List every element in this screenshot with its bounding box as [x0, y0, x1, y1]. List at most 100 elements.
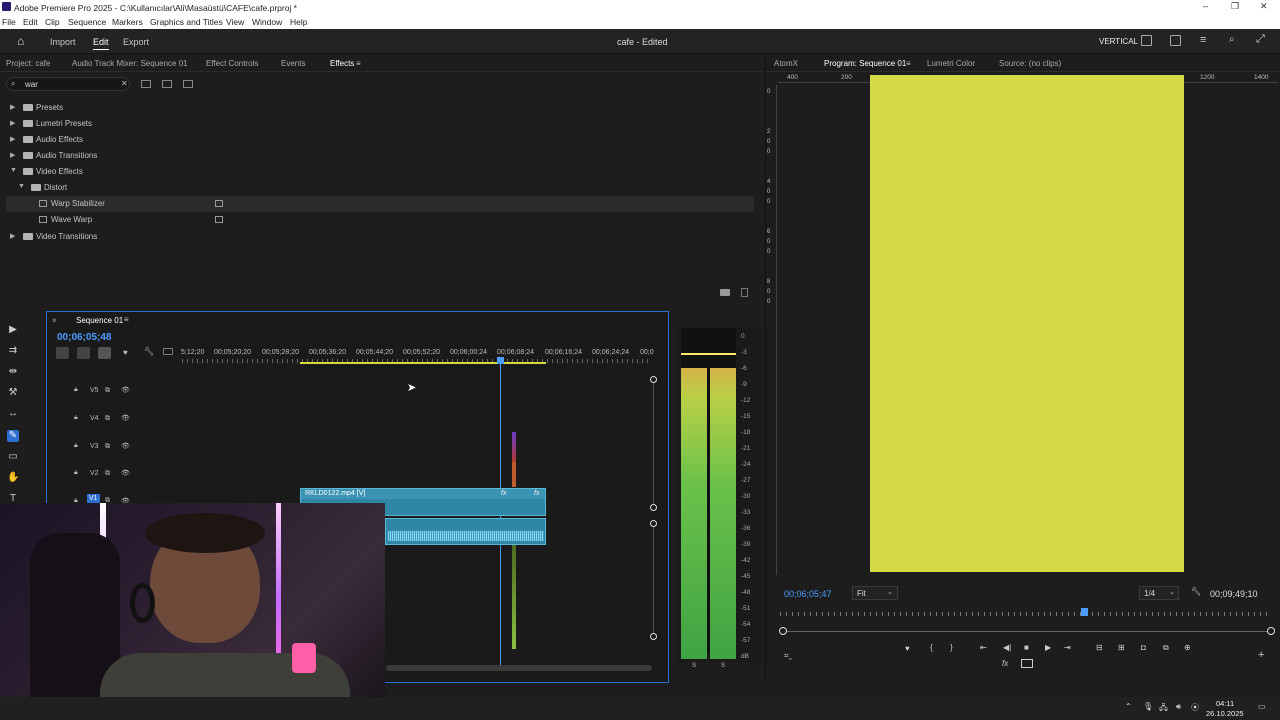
safe-margins-icon[interactable] — [1021, 659, 1033, 668]
menu-edit[interactable]: Edit — [23, 17, 38, 27]
menu-graphics[interactable]: Graphics and Titles — [150, 17, 223, 27]
app-tray-icon[interactable]: ⦿ — [1191, 702, 1199, 713]
add-marker-icon[interactable]: ♥ — [905, 644, 910, 653]
eye-icon[interactable]: 👁︎ — [121, 414, 130, 422]
program-frame[interactable] — [870, 75, 1184, 572]
chevron-right-icon[interactable]: ▶ — [10, 232, 15, 240]
new-bin-icon[interactable] — [720, 289, 730, 296]
chevron-right-icon[interactable]: ▶ — [10, 119, 15, 127]
eye-icon[interactable]: 👁︎ — [121, 469, 130, 477]
track-select-icon[interactable]: ⇉ — [7, 345, 19, 357]
close-icon[interactable]: ✕ — [1260, 1, 1268, 12]
panel-menu-icon[interactable]: ≡ — [356, 59, 361, 68]
export-tab[interactable]: Export — [123, 37, 149, 47]
marker-settings-icon[interactable]: ⌗⌄ — [784, 651, 792, 661]
tree-item-video-effects[interactable]: Video Effects — [36, 167, 83, 176]
step-back-icon[interactable]: ◀| — [1003, 643, 1011, 652]
captions-icon[interactable] — [163, 348, 173, 355]
sequence-tab[interactable]: Sequence 01 — [76, 316, 123, 325]
panel-menu-icon[interactable]: ≡ — [124, 315, 129, 324]
nest-icon[interactable] — [56, 347, 69, 359]
scroll-handle[interactable] — [650, 504, 657, 511]
snap-icon[interactable] — [77, 347, 90, 359]
lift-icon[interactable]: ⊟ — [1096, 643, 1103, 652]
clock-time[interactable]: 04:11 — [1216, 699, 1234, 708]
workspace-label[interactable]: VERTICAL — [1099, 37, 1138, 46]
tab-atomx[interactable]: AtomX — [774, 59, 798, 68]
small-clip[interactable] — [512, 432, 516, 462]
horizontal-scrollbar[interactable] — [386, 665, 652, 671]
meter-solo-left[interactable]: S — [692, 663, 696, 669]
track-label[interactable]: V1 — [87, 494, 100, 503]
chevron-right-icon[interactable]: ▶ — [10, 135, 15, 143]
linked-selection-icon[interactable] — [98, 347, 111, 359]
sync-lock-icon[interactable]: ⧉ — [105, 387, 110, 395]
tree-item-audio-transitions[interactable]: Audio Transitions — [36, 151, 97, 160]
mark-out-icon[interactable]: } — [950, 643, 953, 652]
comparison-view-icon[interactable]: ⧉ — [1163, 643, 1169, 653]
meter-solo-right[interactable]: S — [721, 663, 725, 669]
add-marker-icon[interactable]: ♥ — [123, 348, 128, 357]
chevron-right-icon[interactable]: ▶ — [10, 151, 15, 159]
tab-audio-mixer[interactable]: Audio Track Mixer: Sequence 01 — [72, 59, 188, 68]
eye-icon[interactable]: 👁︎ — [121, 442, 130, 450]
fx-toggle-icon[interactable]: fx — [1002, 659, 1008, 668]
timeline-timecode[interactable]: 00;06;05;48 — [57, 332, 111, 343]
chevron-right-icon[interactable]: ▶ — [10, 103, 15, 111]
menu-window[interactable]: Window — [252, 17, 282, 27]
multicam-icon[interactable]: ⊕ — [1184, 643, 1191, 652]
tab-project[interactable]: Project: cafe — [6, 59, 50, 68]
tab-lumetri-color[interactable]: Lumetri Color — [927, 59, 975, 68]
program-timecode[interactable]: 00;06;05;47 — [784, 589, 832, 599]
tab-events[interactable]: Events — [281, 59, 305, 68]
fx-badge[interactable]: fx — [501, 490, 506, 497]
scrub-ticks[interactable] — [780, 612, 1270, 616]
maximize-icon[interactable]: ❐ — [1231, 1, 1239, 12]
trash-icon[interactable] — [741, 288, 748, 297]
selection-tool-icon[interactable]: ▶ — [7, 324, 19, 336]
tab-program[interactable]: Program: Sequence 01 — [824, 59, 906, 68]
32bit-effects-icon[interactable] — [162, 80, 172, 88]
wrench-icon[interactable]: 🔧︎ — [1191, 587, 1201, 596]
share-icon[interactable] — [1170, 35, 1181, 46]
notification-icon[interactable]: ▭ — [1258, 702, 1266, 711]
clock-date[interactable]: 26.10.2025 — [1206, 709, 1244, 718]
scrollbar-track[interactable] — [653, 527, 654, 633]
sync-lock-icon[interactable]: ⧉ — [105, 415, 110, 423]
sync-lock-icon[interactable]: ⧉ — [105, 470, 110, 478]
audio-clip[interactable] — [385, 518, 546, 545]
accelerated-effects-icon[interactable] — [141, 80, 151, 88]
scroll-handle[interactable] — [650, 376, 657, 383]
lock-icon[interactable]: 🔒︎ — [74, 469, 78, 477]
tree-item-warp-stabilizer[interactable]: Warp Stabilizer — [51, 199, 105, 208]
lock-icon[interactable]: 🔒︎ — [74, 386, 78, 394]
eye-icon[interactable]: 👁︎ — [121, 386, 130, 394]
razor-icon[interactable]: ⚒ — [7, 387, 19, 399]
menu-clip[interactable]: Clip — [45, 17, 60, 27]
chevron-up-icon[interactable]: ⌃ — [1125, 702, 1132, 711]
lock-icon[interactable]: 🔒︎ — [74, 414, 78, 422]
tab-source[interactable]: Source: (no clips) — [999, 59, 1061, 68]
tab-effect-controls[interactable]: Effect Controls — [206, 59, 258, 68]
tree-item-distort[interactable]: Distort — [44, 183, 67, 192]
go-to-in-icon[interactable]: ⇤ — [980, 643, 987, 652]
menu-view[interactable]: View — [226, 17, 244, 27]
menu-markers[interactable]: Markers — [112, 17, 143, 27]
home-icon[interactable]: ⌂ — [17, 34, 24, 48]
tree-item-lumetri-presets[interactable]: Lumetri Presets — [36, 119, 92, 128]
network-icon[interactable]: 🖧 — [1159, 702, 1168, 716]
zoom-handle-right[interactable] — [1267, 627, 1275, 635]
rectangle-tool-icon[interactable]: ▭ — [7, 451, 19, 463]
import-tab[interactable]: Import — [50, 37, 76, 47]
scroll-handle[interactable] — [650, 633, 657, 640]
go-to-out-icon[interactable]: ⇥ — [1064, 643, 1071, 652]
mark-in-icon[interactable]: { — [930, 643, 933, 652]
stop-icon[interactable]: ■ — [1024, 643, 1029, 652]
yuv-effects-icon[interactable] — [183, 80, 193, 88]
slip-icon[interactable]: ↔ — [7, 408, 19, 420]
fullscreen-icon[interactable]: ⤢ — [1256, 33, 1265, 46]
clear-search-icon[interactable]: ✕ — [121, 79, 128, 88]
export-frame-icon[interactable]: ◘ — [1141, 643, 1146, 652]
program-playhead[interactable] — [1081, 608, 1088, 616]
wrench-icon[interactable]: 🔧︎ — [144, 347, 154, 356]
